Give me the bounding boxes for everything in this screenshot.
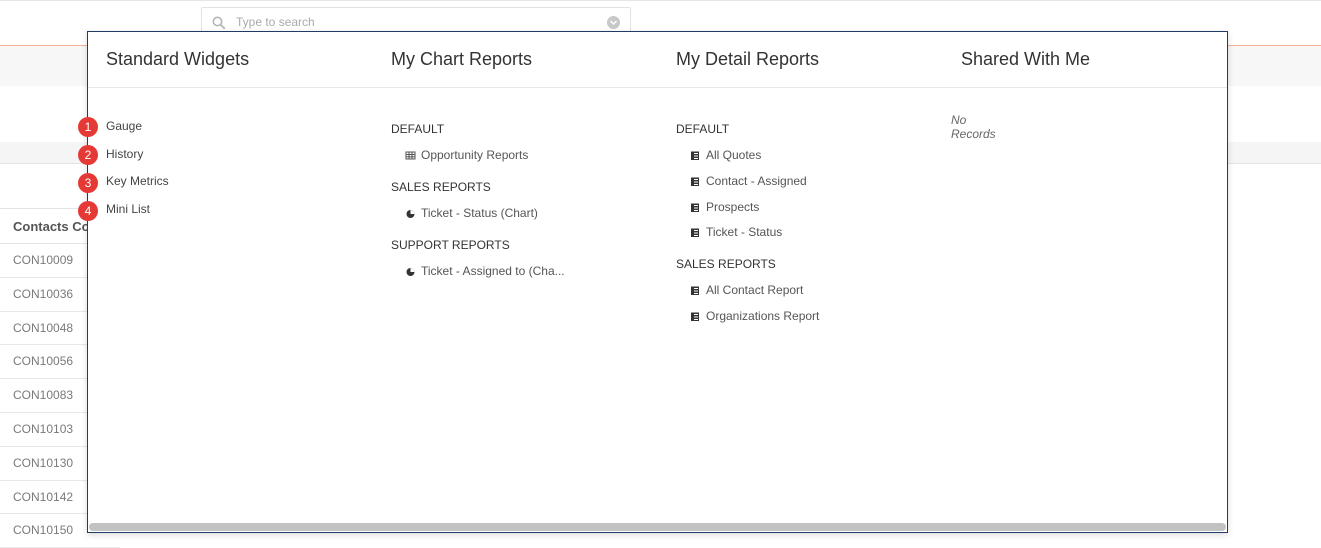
number-badge: 1 <box>78 117 98 137</box>
chart-report-ticket-status[interactable]: Ticket - Status (Chart) <box>405 206 538 220</box>
number-badge: 3 <box>78 173 98 193</box>
report-icon <box>691 312 699 321</box>
search-icon <box>212 16 226 30</box>
detail-report-all-contact[interactable]: All Contact Report <box>690 283 803 297</box>
widget-item-key-metrics[interactable]: Key Metrics <box>106 174 169 188</box>
report-icon <box>691 286 699 295</box>
chart-reports-title: My Chart Reports <box>391 49 533 69</box>
section-label-sales: SALES REPORTS <box>676 257 776 271</box>
search-input[interactable] <box>234 14 598 30</box>
detail-report-ticket-status[interactable]: Ticket - Status <box>690 225 782 239</box>
section-label-support: SUPPORT REPORTS <box>391 238 510 252</box>
panel-header: Standard Widgets My Chart Reports My Det… <box>88 32 1227 88</box>
widget-item-mini-list[interactable]: Mini List <box>106 202 150 216</box>
chevron-down-icon[interactable] <box>607 16 620 29</box>
report-label: Organizations Report <box>706 309 820 323</box>
report-icon <box>691 203 699 212</box>
widget-item-history[interactable]: History <box>106 147 143 161</box>
detail-report-contact-assigned[interactable]: Contact - Assigned <box>690 174 807 188</box>
report-label: All Contact Report <box>706 283 804 297</box>
detail-report-all-quotes[interactable]: All Quotes <box>690 148 761 162</box>
chart-report-opportunity[interactable]: Opportunity Reports <box>405 148 528 162</box>
report-label: Contact - Assigned <box>706 174 807 188</box>
report-icon <box>691 228 699 237</box>
widget-item-gauge[interactable]: Gauge <box>106 119 142 133</box>
section-label-sales: SALES REPORTS <box>391 180 491 194</box>
add-widget-panel: Standard Widgets My Chart Reports My Det… <box>78 31 1228 533</box>
standard-widgets-title: Standard Widgets <box>106 49 250 69</box>
empty-state-text: No Records <box>951 113 996 141</box>
pie-chart-icon <box>406 267 415 276</box>
number-badge: 4 <box>78 201 98 221</box>
section-label-default: DEFAULT <box>676 122 730 136</box>
detail-reports-title: My Detail Reports <box>676 49 820 69</box>
report-label: Ticket - Status (Chart) <box>421 206 538 220</box>
horizontal-scrollbar[interactable] <box>89 523 1226 531</box>
report-label: Opportunity Reports <box>421 148 529 162</box>
report-label: All Quotes <box>706 148 762 162</box>
section-label-default: DEFAULT <box>391 122 445 136</box>
report-label: Ticket - Status <box>706 225 783 239</box>
detail-report-prospects[interactable]: Prospects <box>690 200 759 214</box>
top-divider <box>0 0 1321 1</box>
detail-report-organizations[interactable]: Organizations Report <box>690 309 819 323</box>
pie-chart-icon <box>406 209 415 218</box>
table-icon <box>405 151 416 159</box>
report-label: Ticket - Assigned to (Cha... <box>421 264 565 278</box>
report-label: Prospects <box>706 200 760 214</box>
chart-report-ticket-assigned[interactable]: Ticket - Assigned to (Cha... <box>405 264 565 278</box>
report-icon <box>691 177 699 186</box>
number-badge: 2 <box>78 145 98 165</box>
shared-with-me-title: Shared With Me <box>961 49 1091 69</box>
report-icon <box>691 151 699 160</box>
